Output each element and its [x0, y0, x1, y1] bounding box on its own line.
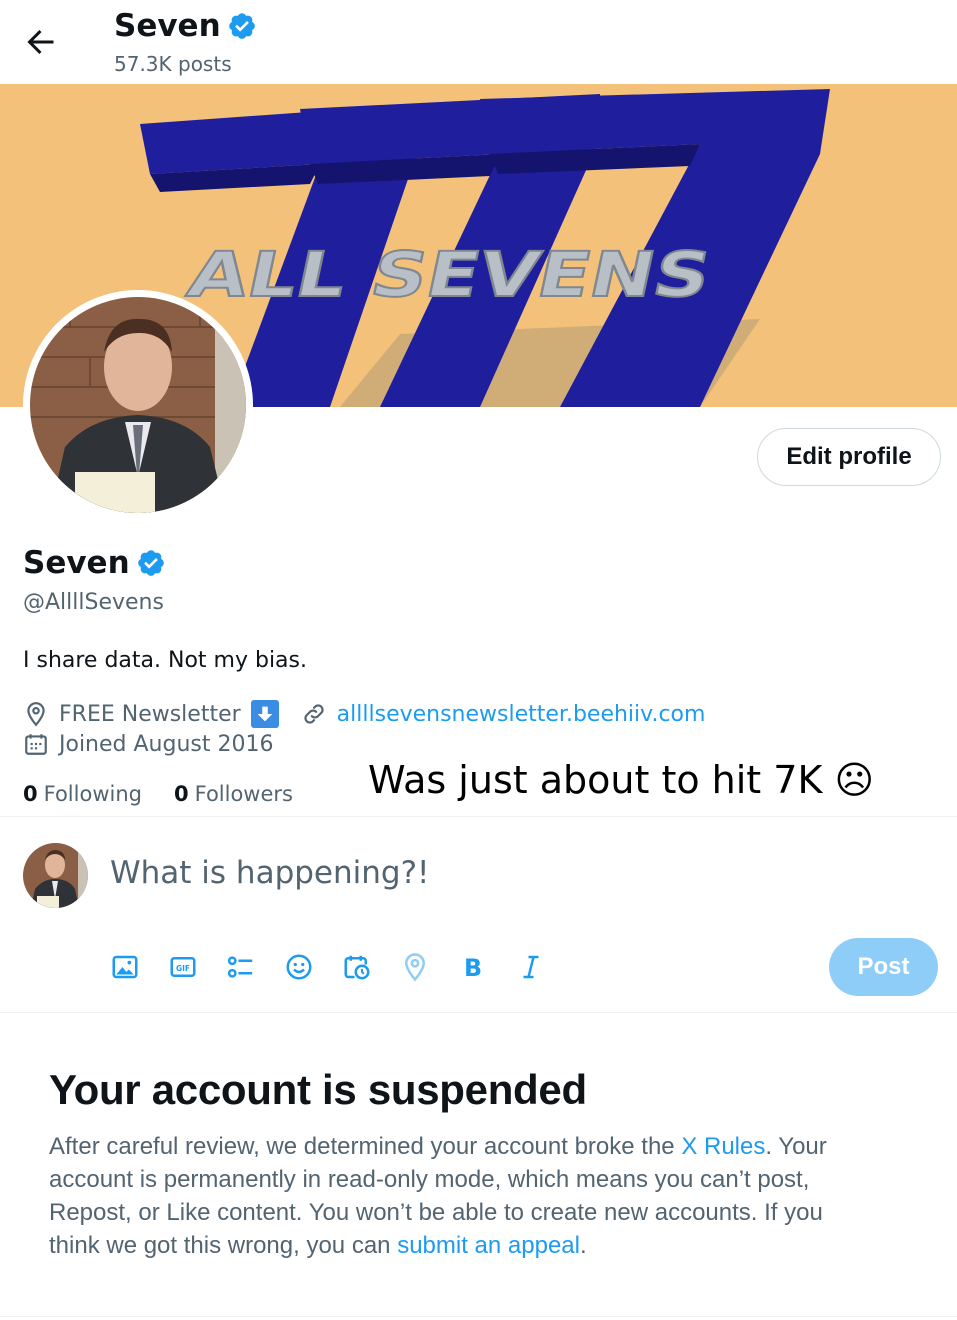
bold-icon[interactable]: B — [458, 948, 516, 986]
svg-text:GIF: GIF — [176, 964, 190, 973]
profile-bio: I share data. Not my bias. — [23, 648, 307, 673]
top-bar: Seven 57.3K posts — [0, 0, 957, 84]
suspension-text: . — [579, 1232, 587, 1259]
header-name-text: Seven — [114, 8, 221, 44]
followers-link[interactable]: 0 Followers — [174, 782, 293, 806]
svg-text:B: B — [464, 954, 482, 982]
avatar-photo — [30, 297, 246, 513]
annotation-caption: Was just about to hit 7K ☹ — [368, 758, 875, 802]
verified-badge-icon[interactable] — [136, 548, 166, 578]
profile-website-link[interactable]: allllsevensnewsletter.beehiiv.com — [301, 701, 706, 727]
profile-avatar[interactable] — [23, 290, 253, 520]
poll-icon[interactable] — [226, 948, 284, 986]
banner-logo-text: ALL SEVENS — [182, 239, 717, 311]
follow-stats: 0 Following 0 Followers — [23, 782, 293, 806]
composer-toolbar: GIF B — [110, 948, 574, 986]
profile-joined-row: Joined August 2016 — [23, 731, 273, 757]
profile-meta-row: FREE Newsletter allllsevensnewsletter.be… — [23, 700, 705, 728]
profile-name: Seven — [23, 545, 166, 581]
divider — [0, 1012, 957, 1013]
gif-icon[interactable]: GIF — [168, 948, 226, 986]
profile-joined: Joined August 2016 — [59, 731, 274, 757]
emoji-icon[interactable] — [284, 948, 342, 986]
x-rules-link[interactable]: X Rules — [681, 1133, 765, 1160]
profile-name-text: Seven — [23, 545, 130, 581]
location-icon[interactable] — [400, 948, 458, 986]
divider — [0, 1316, 957, 1317]
back-arrow-icon[interactable] — [22, 24, 58, 60]
profile-website-text[interactable]: allllsevensnewsletter.beehiiv.com — [337, 702, 706, 727]
following-link[interactable]: 0 Following — [23, 782, 142, 806]
suspension-title: Your account is suspended — [49, 1066, 587, 1113]
calendar-icon — [23, 731, 49, 757]
suspension-text: After careful review, we determined your… — [49, 1133, 682, 1160]
italic-icon[interactable] — [516, 948, 574, 986]
header-name: Seven — [114, 8, 257, 44]
verified-badge-icon[interactable] — [227, 11, 257, 41]
divider — [0, 816, 957, 817]
link-icon — [301, 701, 327, 727]
post-count: 57.3K posts — [114, 52, 232, 76]
composer-avatar[interactable] — [23, 843, 88, 908]
profile-location: FREE Newsletter — [59, 701, 241, 727]
profile-handle: @AllllSevens — [23, 590, 164, 615]
composer-avatar-photo — [23, 843, 88, 908]
suspension-body: After careful review, we determined your… — [49, 1130, 879, 1262]
edit-profile-button[interactable]: Edit profile — [757, 428, 941, 486]
compose-post-input[interactable]: What is happening?! — [110, 855, 429, 891]
location-pin-icon — [23, 701, 49, 727]
image-icon[interactable] — [110, 948, 168, 986]
down-arrow-emoji-icon — [250, 700, 279, 728]
schedule-icon[interactable] — [342, 948, 400, 986]
submit-appeal-link[interactable]: submit an appeal — [397, 1232, 580, 1259]
post-button[interactable]: Post — [829, 938, 938, 996]
